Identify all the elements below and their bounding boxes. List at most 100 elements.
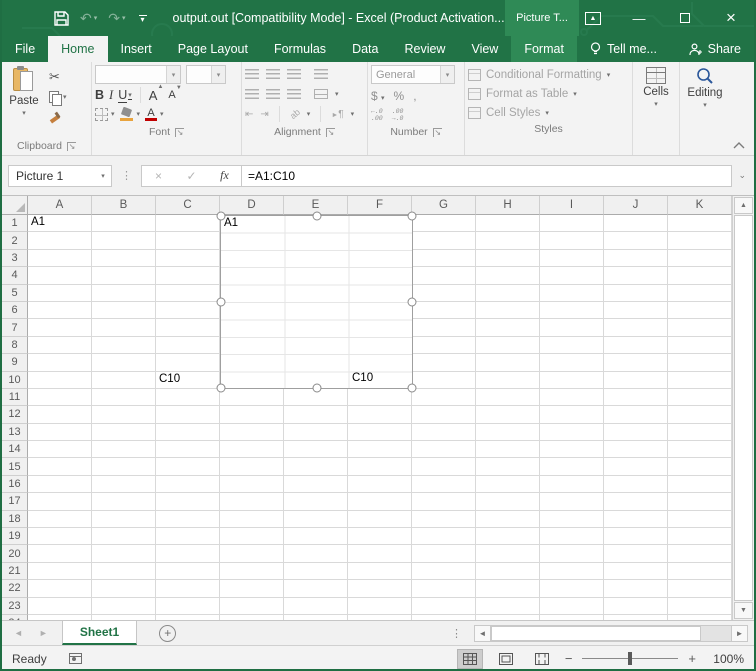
name-box[interactable]: Picture 1 ▾ xyxy=(8,165,112,187)
cell-I8[interactable] xyxy=(540,337,604,354)
cell-K23[interactable] xyxy=(668,598,732,615)
collapse-ribbon-button[interactable] xyxy=(733,142,745,149)
cell-E18[interactable] xyxy=(284,511,348,528)
cell-J22[interactable] xyxy=(604,580,668,597)
copy-button[interactable]: ▾ xyxy=(49,89,67,105)
cell-B8[interactable] xyxy=(92,337,156,354)
cell-I3[interactable] xyxy=(540,250,604,267)
cell-D19[interactable] xyxy=(220,528,284,545)
close-button[interactable]: × xyxy=(708,0,754,36)
cell-G10[interactable] xyxy=(412,372,476,389)
cell-J11[interactable] xyxy=(604,389,668,406)
resize-handle-middle-left[interactable] xyxy=(217,298,226,307)
cell-G7[interactable] xyxy=(412,319,476,336)
column-header-C[interactable]: C xyxy=(156,196,220,215)
ribbon-display-options-button[interactable]: ▲ xyxy=(570,0,616,36)
wrap-text-icon[interactable] xyxy=(314,69,328,79)
resize-handle-top-left[interactable] xyxy=(217,212,226,221)
cell-G1[interactable] xyxy=(412,215,476,232)
cell-J18[interactable] xyxy=(604,511,668,528)
drag-dots-icon[interactable]: ⋮ xyxy=(121,169,132,182)
cell-H20[interactable] xyxy=(476,545,540,562)
cell-D21[interactable] xyxy=(220,563,284,580)
resize-handle-top-middle[interactable] xyxy=(312,212,321,221)
cell-B3[interactable] xyxy=(92,250,156,267)
cell-C5[interactable] xyxy=(156,285,220,302)
row-header-15[interactable]: 15 xyxy=(2,458,28,475)
cell-I15[interactable] xyxy=(540,458,604,475)
cell-K19[interactable] xyxy=(668,528,732,545)
cell-F19[interactable] xyxy=(348,528,412,545)
tab-insert[interactable]: Insert xyxy=(108,36,165,62)
align-right-icon[interactable] xyxy=(287,89,301,99)
cell-C1[interactable] xyxy=(156,215,220,232)
cell-B11[interactable] xyxy=(92,389,156,406)
row-header-8[interactable]: 8 xyxy=(2,337,28,354)
cell-F12[interactable] xyxy=(348,406,412,423)
cell-K15[interactable] xyxy=(668,458,732,475)
tell-me-button[interactable]: Tell me... xyxy=(577,36,670,62)
cell-H13[interactable] xyxy=(476,424,540,441)
cell-E21[interactable] xyxy=(284,563,348,580)
minimize-button[interactable]: — xyxy=(616,0,662,36)
cell-H11[interactable] xyxy=(476,389,540,406)
row-header-13[interactable]: 13 xyxy=(2,424,28,441)
resize-handle-bottom-right[interactable] xyxy=(408,384,417,393)
format-painter-button[interactable] xyxy=(49,109,67,125)
row-header-17[interactable]: 17 xyxy=(2,493,28,510)
cell-A22[interactable] xyxy=(28,580,92,597)
cell-K12[interactable] xyxy=(668,406,732,423)
cell-G22[interactable] xyxy=(412,580,476,597)
cell-G19[interactable] xyxy=(412,528,476,545)
cell-A19[interactable] xyxy=(28,528,92,545)
cell-B17[interactable] xyxy=(92,493,156,510)
cell-G17[interactable] xyxy=(412,493,476,510)
cell-H10[interactable] xyxy=(476,372,540,389)
cell-I18[interactable] xyxy=(540,511,604,528)
resize-handle-bottom-left[interactable] xyxy=(217,384,226,393)
cell-D22[interactable] xyxy=(220,580,284,597)
cell-I23[interactable] xyxy=(540,598,604,615)
bold-button[interactable]: B xyxy=(95,88,104,102)
cell-H18[interactable] xyxy=(476,511,540,528)
cell-E16[interactable] xyxy=(284,476,348,493)
scroll-right-button[interactable]: ► xyxy=(731,625,748,642)
vertical-scroll-thumb[interactable] xyxy=(734,215,753,601)
cell-I17[interactable] xyxy=(540,493,604,510)
scroll-left-button[interactable]: ◄ xyxy=(474,625,491,642)
tab-home[interactable]: Home xyxy=(48,36,107,62)
cell-C9[interactable] xyxy=(156,354,220,371)
cell-J21[interactable] xyxy=(604,563,668,580)
row-header-7[interactable]: 7 xyxy=(2,319,28,336)
increase-font-size-button[interactable]: A▲ xyxy=(149,88,158,103)
cell-A24[interactable] xyxy=(28,615,92,620)
cell-C10[interactable]: C10 xyxy=(156,372,220,389)
cell-C6[interactable] xyxy=(156,302,220,319)
cell-D18[interactable] xyxy=(220,511,284,528)
cell-H2[interactable] xyxy=(476,232,540,249)
cell-G11[interactable] xyxy=(412,389,476,406)
row-header-19[interactable]: 19 xyxy=(2,528,28,545)
decrease-indent-icon[interactable]: ⇤ xyxy=(245,109,253,120)
cell-D14[interactable] xyxy=(220,441,284,458)
cell-C24[interactable] xyxy=(156,615,220,620)
cell-B23[interactable] xyxy=(92,598,156,615)
cell-I1[interactable] xyxy=(540,215,604,232)
cell-C16[interactable] xyxy=(156,476,220,493)
cell-I14[interactable] xyxy=(540,441,604,458)
cell-J20[interactable] xyxy=(604,545,668,562)
cell-C14[interactable] xyxy=(156,441,220,458)
cell-F17[interactable] xyxy=(348,493,412,510)
cell-H7[interactable] xyxy=(476,319,540,336)
clipboard-dialog-launcher[interactable]: ↘ xyxy=(67,142,76,151)
cell-B4[interactable] xyxy=(92,267,156,284)
cell-F21[interactable] xyxy=(348,563,412,580)
cell-B15[interactable] xyxy=(92,458,156,475)
borders-button[interactable]: ▾ xyxy=(95,106,115,122)
cell-G15[interactable] xyxy=(412,458,476,475)
cell-A12[interactable] xyxy=(28,406,92,423)
cell-I10[interactable] xyxy=(540,372,604,389)
decrease-decimal-button[interactable]: .00→.0 xyxy=(392,108,404,122)
cell-C12[interactable] xyxy=(156,406,220,423)
cell-J10[interactable] xyxy=(604,372,668,389)
